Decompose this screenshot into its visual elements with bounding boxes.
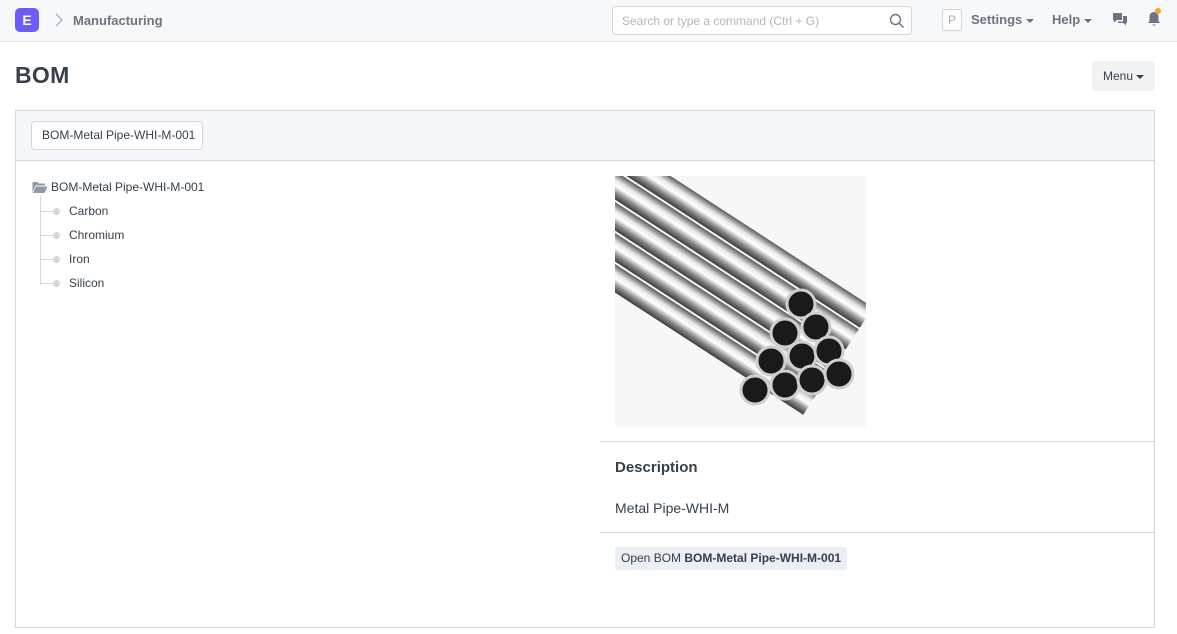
- menu-button[interactable]: Menu: [1092, 61, 1155, 91]
- help-label: Help: [1052, 12, 1081, 27]
- search-icon[interactable]: [889, 13, 905, 29]
- tree-connector: [40, 196, 41, 285]
- caret-down-icon: [1084, 18, 1093, 23]
- help-dropdown[interactable]: Help: [1052, 12, 1093, 27]
- caret-down-icon: [1026, 18, 1035, 23]
- open-bom-prefix: Open BOM: [621, 551, 682, 565]
- tree-leaf-dot-icon: [53, 280, 60, 287]
- divider: [600, 532, 1154, 533]
- open-bom-name: BOM-Metal Pipe-WHI-M-001: [684, 551, 842, 565]
- bom-browser: BOM-Metal Pipe-WHI-M-001 BOM-Metal Pipe-…: [15, 110, 1155, 628]
- navbar: E Manufacturing P Settings Help: [0, 0, 1177, 42]
- chevron-right-icon: [55, 13, 64, 27]
- avatar[interactable]: P: [942, 9, 962, 31]
- page-title: BOM: [15, 62, 70, 88]
- tree-node-label: Silicon: [69, 276, 105, 290]
- item-image: [615, 176, 866, 427]
- tree-connector: [40, 283, 53, 284]
- app-logo[interactable]: E: [15, 8, 39, 32]
- tree-connector: [40, 211, 53, 212]
- caret-down-icon: [1136, 74, 1145, 79]
- divider: [600, 441, 1154, 442]
- settings-label: Settings: [971, 12, 1023, 27]
- tree-node-label: Carbon: [69, 204, 109, 218]
- notification-dot: [1155, 8, 1161, 14]
- settings-dropdown[interactable]: Settings: [971, 12, 1035, 27]
- tree-node-label: Chromium: [69, 228, 125, 242]
- tree-leaf-dot-icon: [53, 208, 60, 215]
- filter-toolbar: BOM-Metal Pipe-WHI-M-001: [16, 111, 1154, 161]
- description-heading: Description: [615, 459, 698, 476]
- search-input[interactable]: [622, 12, 882, 30]
- menu-label: Menu: [1102, 69, 1134, 83]
- tree-connector: [40, 259, 53, 260]
- description-text: Metal Pipe-WHI-M: [615, 500, 730, 516]
- tree-connector: [40, 235, 53, 236]
- tree-node-label: Iron: [69, 252, 90, 266]
- bom-select-field[interactable]: BOM-Metal Pipe-WHI-M-001: [31, 121, 203, 150]
- open-bom-link[interactable]: Open BOM BOM-Metal Pipe-WHI-M-001: [615, 547, 848, 570]
- chat-icon[interactable]: [1112, 12, 1128, 27]
- breadcrumb-manufacturing[interactable]: Manufacturing: [73, 13, 163, 28]
- folder-open-icon: [32, 182, 48, 193]
- metal-pipes-image: [615, 176, 866, 415]
- tree-root-label: BOM-Metal Pipe-WHI-M-001: [51, 180, 205, 194]
- tree-leaf-dot-icon: [53, 256, 60, 263]
- search-bar[interactable]: [612, 6, 912, 35]
- tree-leaf-dot-icon: [53, 232, 60, 239]
